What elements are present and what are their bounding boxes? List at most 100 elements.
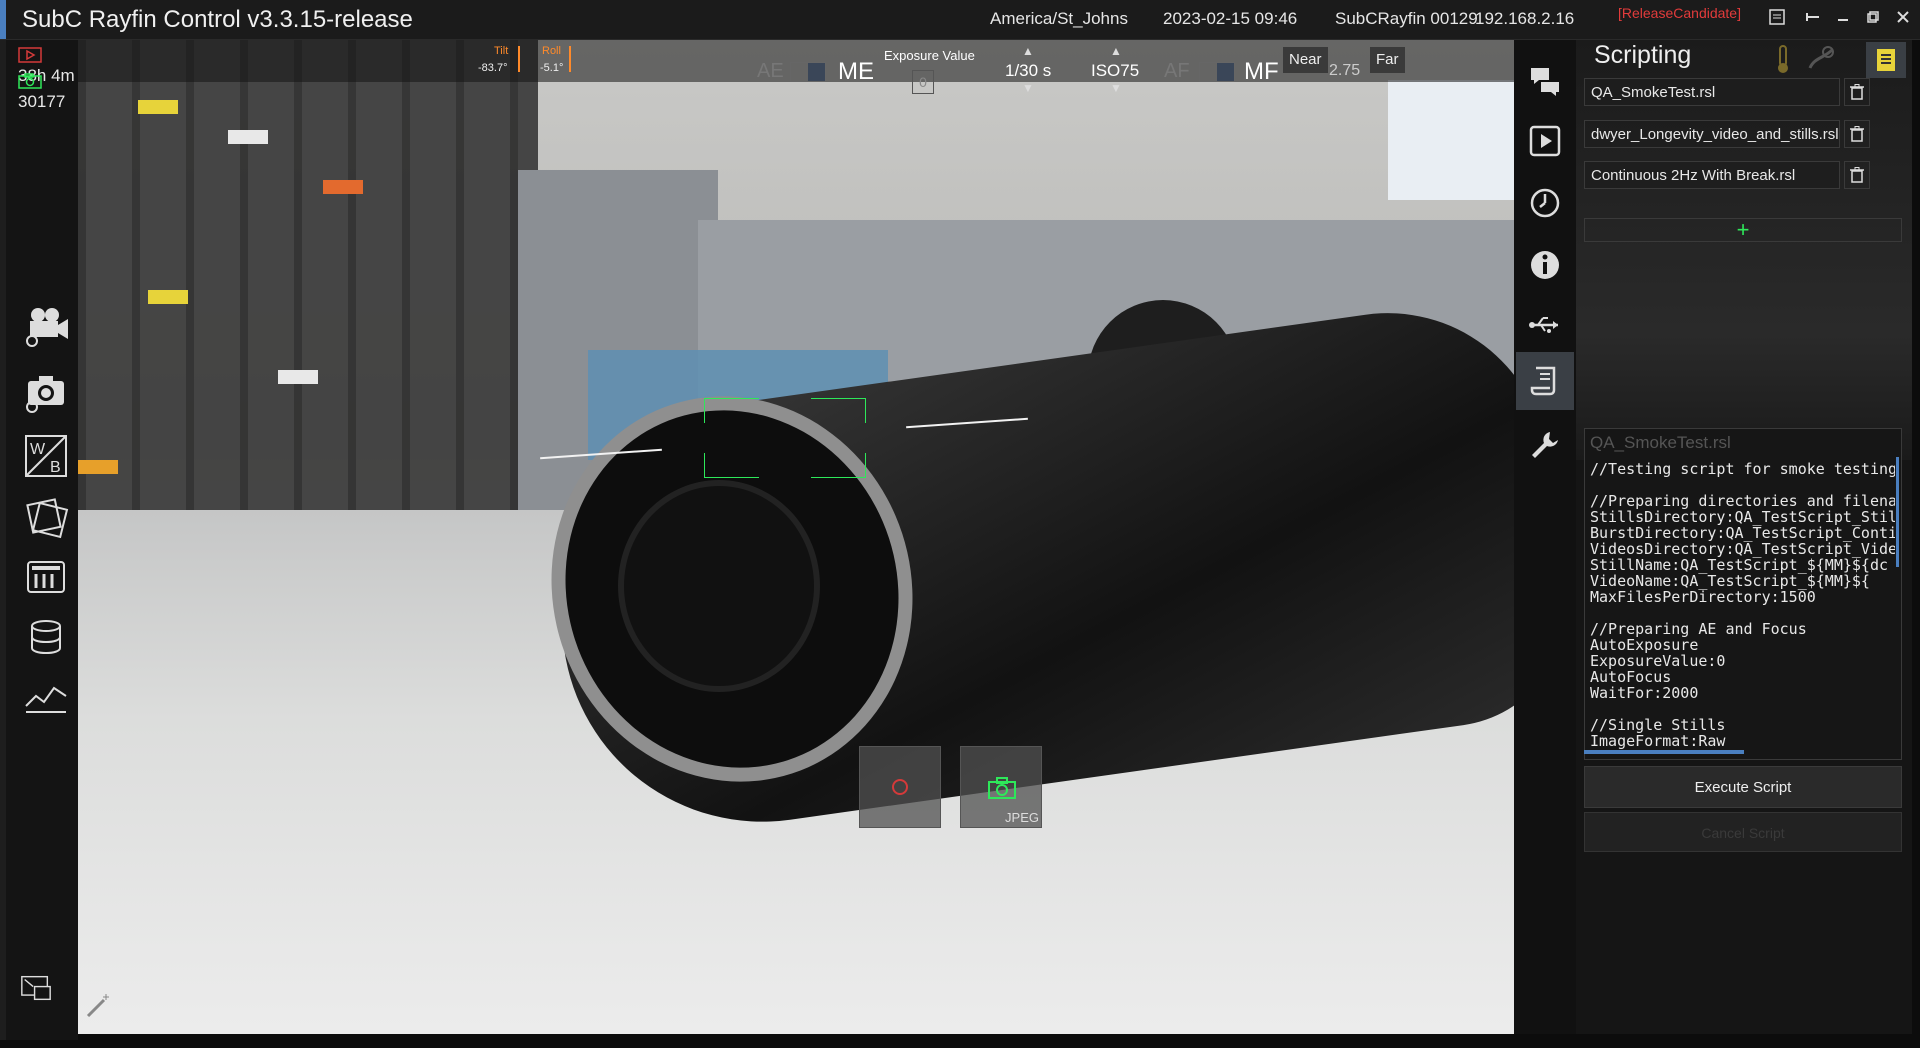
toggle-knob [1217,63,1234,81]
panel-nav [1514,40,1576,1034]
trash-icon [1850,126,1864,142]
storage-button[interactable] [14,545,78,607]
telemetry-graph-button[interactable] [14,665,78,727]
delete-script-button[interactable] [1844,161,1870,189]
capture-photo-button[interactable]: JPEG [960,746,1042,828]
capture-format-label: JPEG [1005,810,1039,825]
iso-down-arrow[interactable]: ▼ [1110,81,1122,95]
editor-title: QA_SmokeTest.rsl [1590,433,1731,452]
background-window [1388,80,1514,200]
notepad-icon [1877,49,1895,71]
gallery-button[interactable] [14,485,78,547]
magic-wand-icon [86,994,109,1018]
notes-icon[interactable] [1766,8,1788,30]
script-editor[interactable]: QA_SmokeTest.rsl //Testing script for sm… [1584,428,1902,760]
focus-distance-value: 2.75 [1329,62,1361,79]
cancel-script-button[interactable]: Cancel Script [1584,812,1902,852]
af-label[interactable]: AF [1164,60,1190,83]
auto-adjust-button[interactable] [84,992,112,1020]
shelf-label [278,370,318,384]
tools-tab[interactable] [1516,416,1574,474]
chat-bubbles-icon [1531,68,1559,96]
title-bar: SubC Rayfin Control v3.3.15-release Amer… [0,0,1920,40]
picture-in-picture-button[interactable] [16,968,56,1008]
usb-tab[interactable] [1516,296,1574,354]
add-script-button[interactable]: + [1584,218,1902,242]
focus-corner [811,453,866,478]
script-code[interactable]: //Testing script for smoke testing ma //… [1590,461,1895,749]
photo-count-value: 30177 [18,92,66,111]
shutter-value: 1/30 s [1005,61,1052,80]
photo-count-stat: 30177 [18,72,78,112]
shelf-label [148,290,188,304]
focus-corner [704,398,759,423]
script-item[interactable]: dwyer_Longevity_video_and_stills.rsl [1584,120,1840,148]
exposure-value-label: Exposure Value [884,48,975,63]
me-label[interactable]: ME [838,58,874,86]
shelf-label [138,100,178,114]
script-item[interactable]: Continuous 2Hz With Break.rsl [1584,161,1840,189]
exposure-value-field[interactable]: 0 [912,70,934,94]
video-record-icon [18,47,42,63]
camera-feed[interactable] [78,40,1514,1034]
device-lens [618,480,820,692]
record-icon [892,779,908,795]
release-tag: [ReleaseCandidate] [1618,5,1741,21]
focus-target[interactable] [704,398,866,478]
shutter-up-arrow[interactable]: ▲ [1022,44,1034,58]
thermometer-icon [1766,42,1800,76]
clock-icon [1530,188,1560,218]
iso-up-arrow[interactable]: ▲ [1110,44,1122,58]
timezone-label: America/St_Johns [990,9,1128,28]
notes-panel-button[interactable] [1866,42,1906,78]
background-shelf [78,40,538,560]
photo-settings-button[interactable] [14,360,78,422]
delete-script-button[interactable] [1844,120,1870,148]
execute-script-button[interactable]: Execute Script [1584,766,1902,808]
editor-scrollbar[interactable] [1896,457,1899,567]
mf-label[interactable]: MF [1244,58,1279,86]
roll-indicator [569,46,571,72]
tilt-label: Tilt [494,45,509,57]
camera-gear-icon [26,376,64,413]
usb-icon [1529,317,1558,333]
title-accent [0,0,6,39]
white-balance-icon: WB [25,435,67,477]
record-video-button[interactable] [859,746,941,828]
schedule-tab[interactable] [1516,174,1574,232]
focus-mode-toggle[interactable] [1199,62,1235,82]
shutter-down-arrow[interactable]: ▼ [1022,81,1034,95]
exposure-mode-toggle[interactable] [790,62,826,82]
chat-log-tab[interactable] [1516,52,1574,110]
scripting-tab[interactable] [1516,352,1574,410]
camera-shutter-icon [988,777,1016,799]
white-balance-button[interactable]: WB [14,425,78,487]
svg-text:W: W [30,441,46,458]
video-settings-button[interactable] [14,294,78,356]
roll-label: Roll [542,45,561,57]
playback-tab[interactable] [1516,112,1574,170]
ae-label[interactable]: AE [757,60,784,83]
database-button[interactable] [14,605,78,667]
ip-address-label: 192.168.2.16 [1475,9,1575,28]
trash-icon [1850,84,1864,100]
scripting-panel: Scripting QA_SmokeTest.rsl dwyer_Longevi… [1576,40,1912,1034]
script-progress-bar [1584,750,1744,754]
focus-near-button[interactable]: Near [1283,47,1328,73]
delete-script-button[interactable] [1844,78,1870,106]
info-tab[interactable] [1516,236,1574,294]
minimize-icon[interactable] [1832,8,1854,30]
video-camera-gear-icon [26,308,68,347]
roll-value: -5.1° [540,62,564,74]
close-icon[interactable] [1892,8,1914,30]
wrench-icon [1532,432,1558,458]
device-name-label: SubCRayfin 00129 [1335,9,1478,28]
leak-sensor-icon [1804,42,1838,76]
focus-far-button[interactable]: Far [1370,47,1405,73]
restore-icon[interactable] [1862,8,1884,30]
pin-icon[interactable] [1802,8,1824,30]
camera-count-icon [18,73,42,89]
script-item[interactable]: QA_SmokeTest.rsl [1584,78,1840,106]
shelf-label [228,130,268,144]
shelf-label [323,180,363,194]
